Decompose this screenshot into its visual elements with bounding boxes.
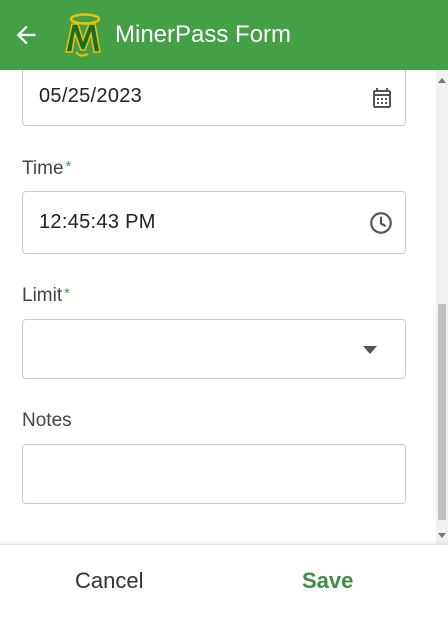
time-required-mark: *	[65, 158, 72, 175]
scrollbar-thumb[interactable]	[438, 304, 446, 520]
clock-icon[interactable]	[368, 210, 394, 236]
time-label-text: Time	[22, 158, 64, 179]
miners-logo-icon	[65, 13, 101, 57]
limit-select[interactable]	[22, 319, 406, 379]
time-label: Time *	[22, 158, 71, 180]
scrollbar[interactable]	[436, 70, 448, 544]
back-arrow-icon[interactable]	[12, 21, 40, 49]
save-button[interactable]: Save	[302, 567, 353, 595]
form-content[interactable]: 05/25/2023 Time * 12:45:43 PM Limit * Note…	[0, 70, 448, 544]
time-value: 12:45:43 PM	[39, 211, 156, 233]
limit-label-text: Limit	[22, 285, 63, 306]
scroll-up-arrow-icon[interactable]	[438, 78, 446, 83]
date-field[interactable]: 05/25/2023	[22, 70, 406, 126]
footer-actions: Cancel Save	[0, 544, 448, 618]
date-value: 05/25/2023	[39, 85, 143, 107]
caret-down-icon[interactable]	[363, 346, 377, 354]
scroll-down-arrow-icon[interactable]	[438, 533, 446, 538]
app-title: MinerPass Form	[115, 21, 292, 48]
limit-required-mark: *	[64, 285, 70, 302]
notes-label: Notes	[22, 410, 72, 431]
time-field[interactable]: 12:45:43 PM	[22, 191, 406, 254]
app-bar: MinerPass Form	[0, 0, 448, 70]
limit-label: Limit *	[22, 285, 70, 307]
notes-input[interactable]	[22, 444, 406, 504]
calendar-icon[interactable]	[370, 86, 394, 110]
cancel-button[interactable]: Cancel	[75, 567, 143, 595]
